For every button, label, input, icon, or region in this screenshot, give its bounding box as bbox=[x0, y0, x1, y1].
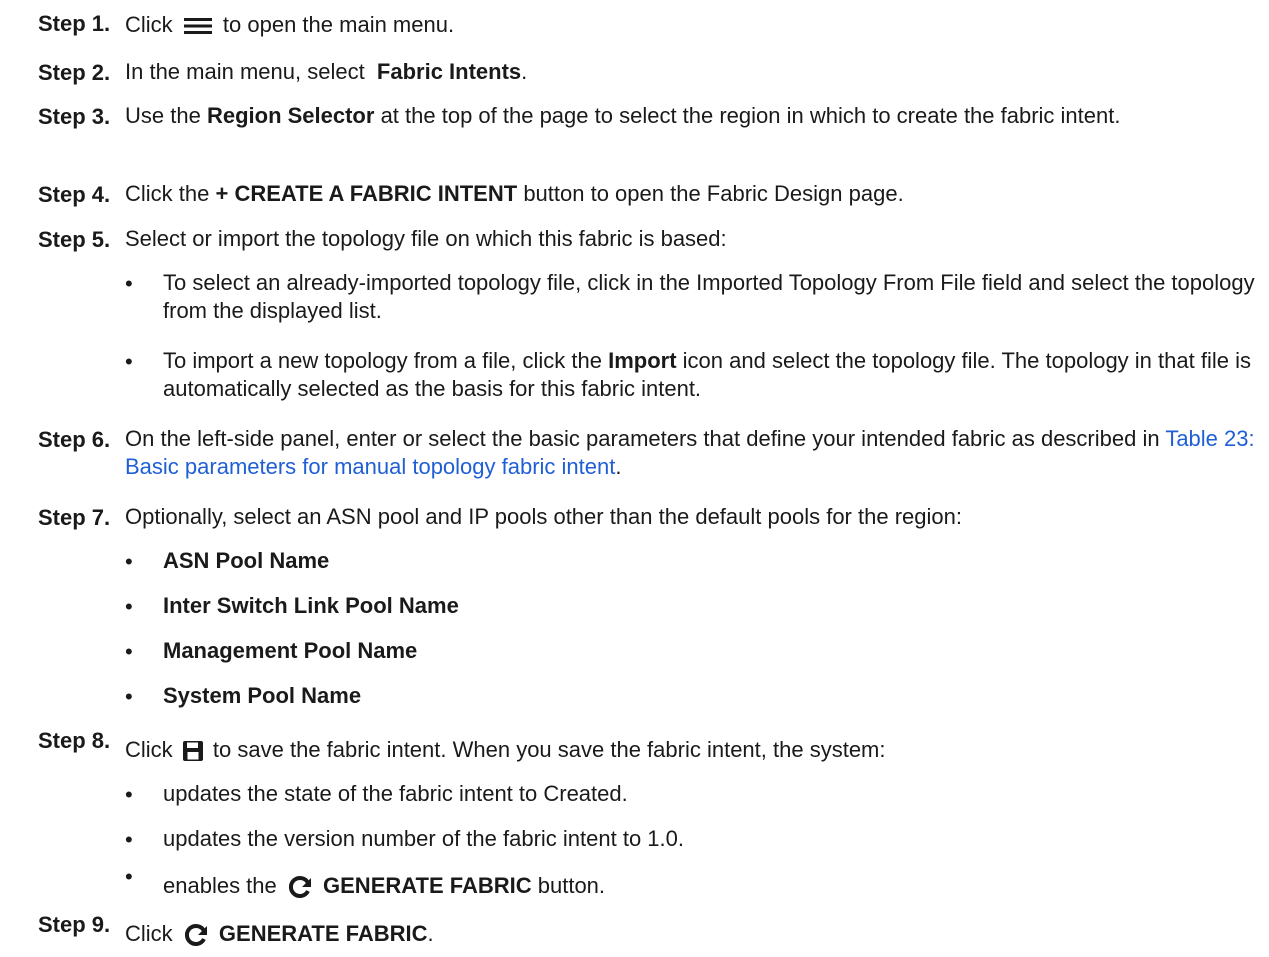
step-text: In the main menu, select Fabric Intents. bbox=[125, 59, 528, 84]
bullet-marker: • bbox=[125, 271, 133, 296]
step-label: Step 8. bbox=[38, 728, 111, 753]
step-text: Click to open the main menu. bbox=[125, 12, 455, 37]
bullet-text: To select an already-imported topology f… bbox=[163, 270, 1255, 323]
refresh-icon bbox=[184, 924, 207, 947]
step-label: Step 1. bbox=[38, 11, 111, 36]
bullet-text: ASN Pool Name bbox=[163, 548, 330, 573]
step-text: On the left-side panel, enter or select … bbox=[125, 426, 1255, 479]
step-text: Use the Region Selector at the top of th… bbox=[125, 103, 1121, 128]
bullet-text: System Pool Name bbox=[163, 683, 362, 708]
hamburger-menu-icon bbox=[183, 18, 212, 35]
bullet-text: Management Pool Name bbox=[163, 638, 418, 663]
step-text: Select or import the topology file on wh… bbox=[125, 226, 727, 251]
step-text: Optionally, select an ASN pool and IP po… bbox=[125, 504, 962, 529]
bullet-marker: • bbox=[125, 549, 133, 574]
bullet-marker: • bbox=[125, 864, 133, 889]
bullet-text: updates the state of the fabric intent t… bbox=[163, 781, 628, 806]
bullet-text: To import a new topology from a file, cl… bbox=[163, 348, 1251, 401]
bullet-text: Inter Switch Link Pool Name bbox=[163, 593, 459, 618]
bullet-marker: • bbox=[125, 594, 133, 619]
step-label: Step 7. bbox=[38, 505, 111, 530]
step-label: Step 9. bbox=[38, 912, 111, 937]
save-icon bbox=[182, 741, 203, 762]
step-label: Step 6. bbox=[38, 427, 111, 452]
step-label: Step 3. bbox=[38, 104, 111, 129]
bullet-text: enables the GENERATE FABRIC button. bbox=[163, 873, 606, 899]
bullet-marker: • bbox=[125, 827, 133, 852]
step-label: Step 2. bbox=[38, 60, 111, 85]
bullet-marker: • bbox=[125, 639, 133, 664]
bullet-marker: • bbox=[125, 349, 133, 374]
step-label: Step 5. bbox=[38, 227, 111, 252]
step-text: Click the + CREATE A FABRIC INTENT butto… bbox=[125, 181, 904, 206]
bullet-marker: • bbox=[125, 782, 133, 807]
step-text: Click GENERATE FABRIC. bbox=[125, 921, 434, 947]
step-label: Step 4. bbox=[38, 182, 111, 207]
refresh-icon bbox=[288, 876, 311, 899]
bullet-marker: • bbox=[125, 684, 133, 709]
bullet-text: updates the version number of the fabric… bbox=[163, 826, 684, 851]
step-text: Click to save the fabric intent. When yo… bbox=[125, 737, 886, 762]
